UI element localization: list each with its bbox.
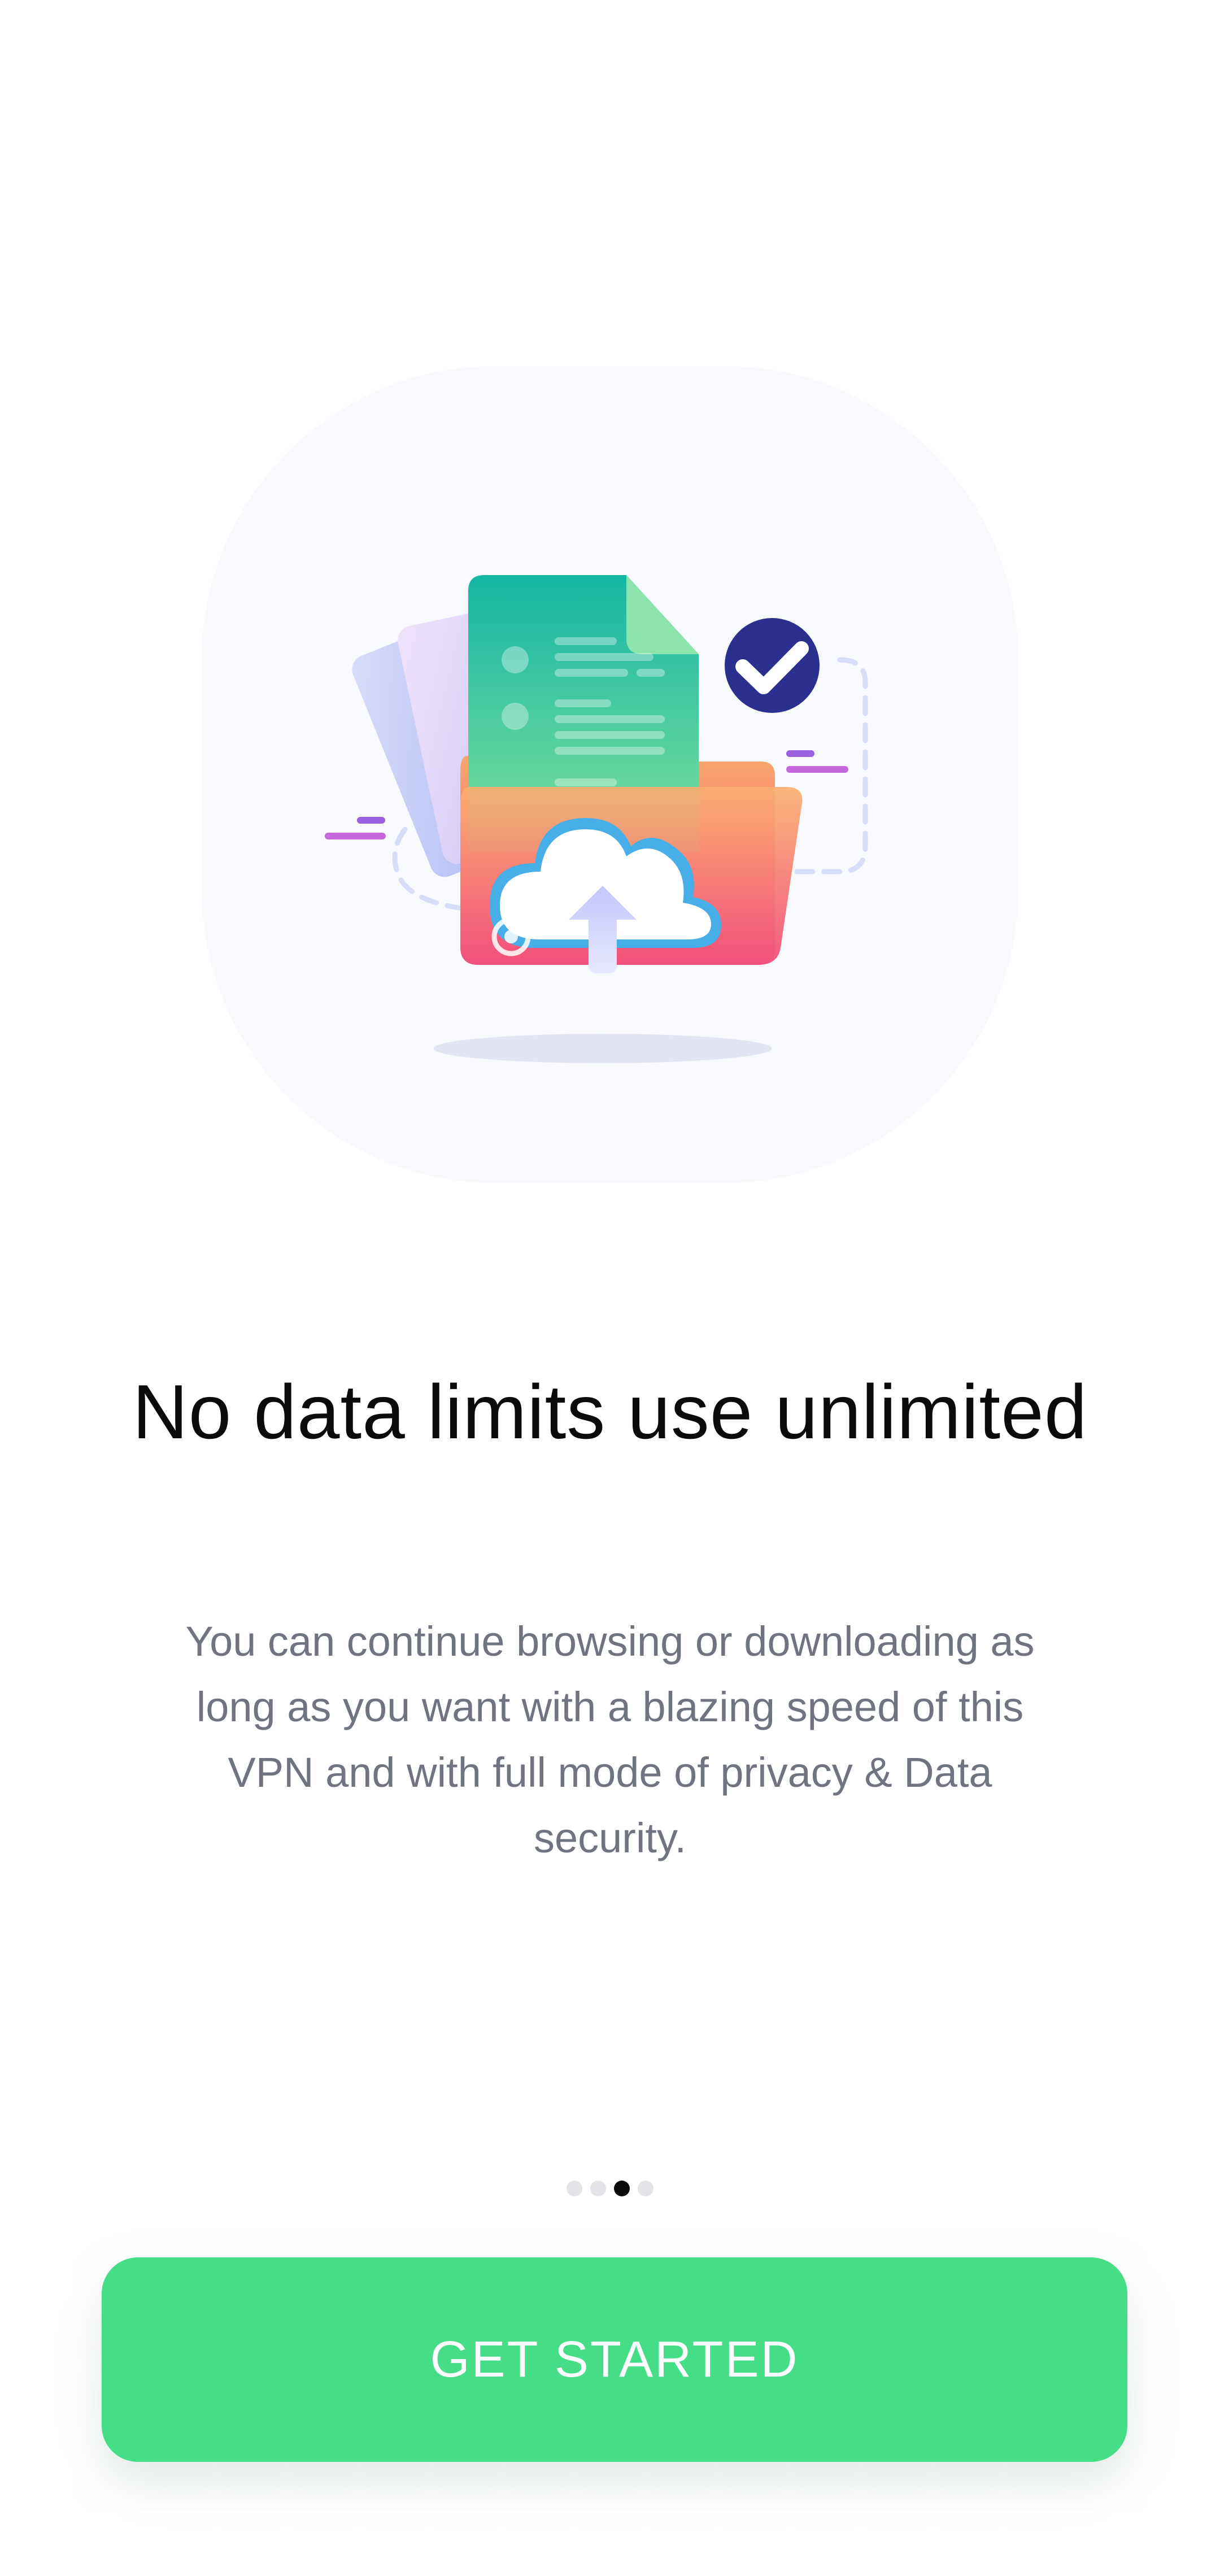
page-dot-1[interactable]: [567, 2181, 582, 2196]
onboarding-title: No data limits use unlimited: [132, 1369, 1088, 1455]
onboarding-description: You can continue browsing or downloading…: [185, 1618, 1035, 1861]
page-indicator: [0, 2181, 1220, 2196]
get-started-button[interactable]: GET STARTED: [102, 2257, 1127, 2462]
checkmark-icon: [725, 618, 820, 713]
illustration-card: [202, 366, 1018, 1183]
page-dot-2[interactable]: [590, 2181, 606, 2196]
onboarding-screen: No data limits use unlimited You can con…: [0, 0, 1220, 2576]
ground-shadow: [433, 1034, 772, 1063]
folder-upload-illustration: [325, 575, 868, 1063]
page-dot-4[interactable]: [638, 2181, 653, 2196]
page-dot-3-active[interactable]: [614, 2181, 630, 2196]
